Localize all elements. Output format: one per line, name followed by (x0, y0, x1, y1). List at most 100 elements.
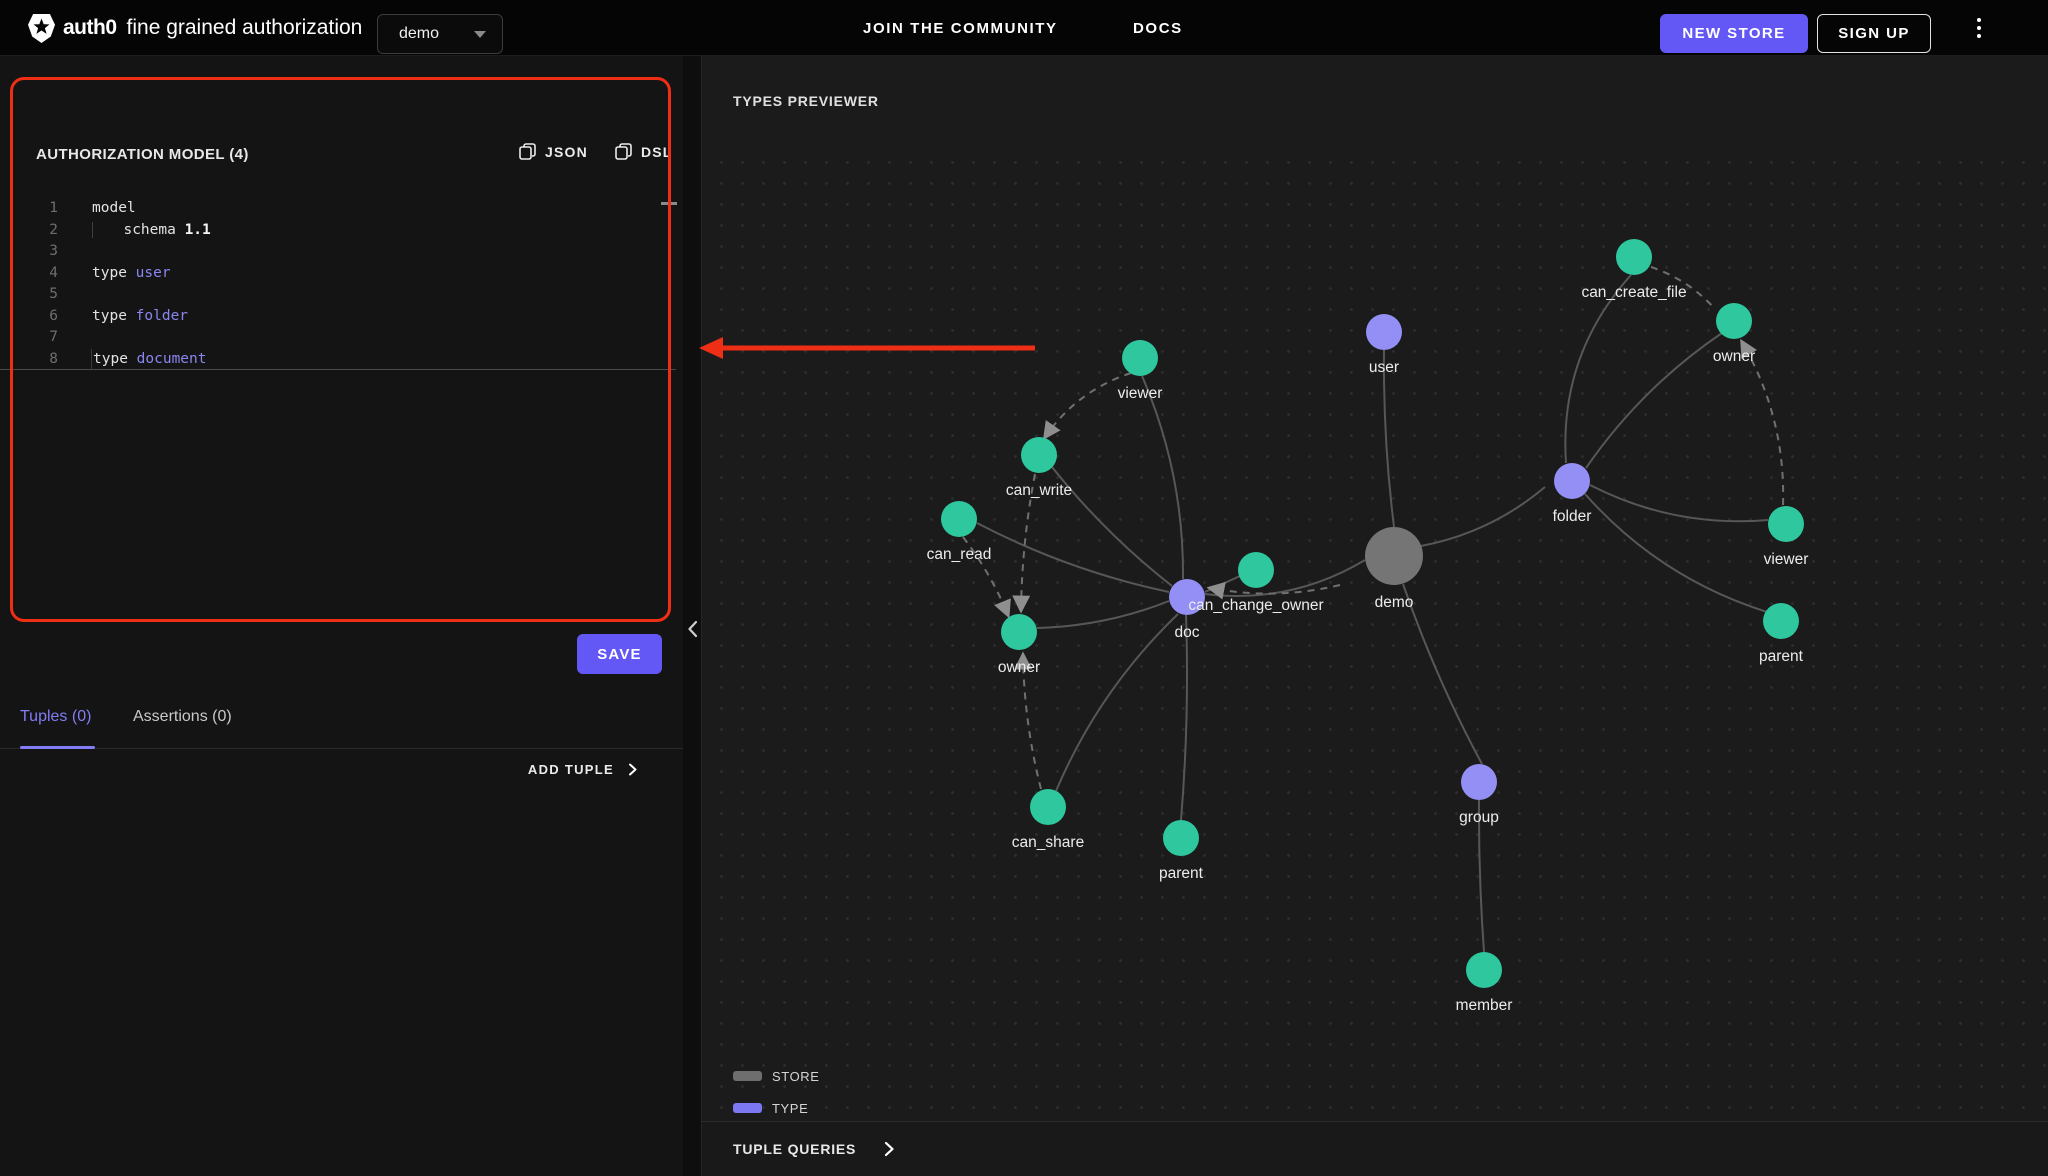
legend-item-store: STORE (733, 1060, 850, 1092)
tab-assertions[interactable]: Assertions (0) (133, 708, 232, 726)
code-line-7[interactable]: 7 (0, 327, 676, 349)
types-graph-canvas[interactable]: demouserfolderdocgroupviewercan_writecan… (702, 145, 2048, 1121)
graph-node-label-parent-folder: parent (1759, 648, 1803, 666)
top-navbar: auth0 fine grained authorization demo JO… (0, 0, 2048, 56)
new-store-button[interactable]: NEW STORE (1660, 14, 1808, 53)
chevron-down-icon (474, 31, 486, 38)
store-select-dropdown[interactable]: demo (377, 14, 503, 54)
code-line-5[interactable]: 5 (0, 284, 676, 306)
add-tuple-row: ADD TUPLE (0, 762, 683, 798)
brand-product: fine grained authorization (127, 16, 363, 40)
graph-node-label-can-change-owner: can_change_owner (1188, 597, 1323, 615)
store-select-value: demo (399, 25, 439, 43)
graph-edge (1056, 614, 1178, 791)
editor-scrollbar-thumb[interactable] (661, 202, 677, 205)
copy-buttons: JSON DSL (519, 143, 673, 160)
brand-name: auth0 (63, 16, 117, 40)
model-code-editor[interactable]: 1model2 schema 1.134type user56type fold… (0, 198, 676, 370)
graph-node-group[interactable] (1461, 764, 1497, 800)
graph-node-demo[interactable] (1365, 527, 1423, 585)
legend-label: STORE (772, 1069, 820, 1084)
line-number: 7 (0, 327, 58, 349)
graph-edge (1205, 560, 1365, 596)
chevron-left-icon (687, 620, 698, 638)
graph-edge (1045, 373, 1131, 437)
legend-swatch (733, 1103, 762, 1113)
line-number: 6 (0, 306, 58, 328)
line-number: 1 (0, 198, 58, 220)
graph-node-parent-folder[interactable] (1763, 603, 1799, 639)
graph-edge (1590, 485, 1768, 521)
graph-node-label-member: member (1456, 997, 1513, 1015)
types-previewer-panel: TYPES PREVIEWER demouserfolderdocgroupvi… (702, 56, 2048, 1176)
graph-node-folder[interactable] (1554, 463, 1590, 499)
chevron-right-icon[interactable] (882, 1141, 896, 1157)
code-line-8[interactable]: 8 type document (0, 349, 676, 371)
graph-node-label-viewer-doc: viewer (1118, 385, 1163, 403)
graph-node-label-group: group (1459, 809, 1499, 827)
code-line-2[interactable]: 2 schema 1.1 (0, 220, 676, 242)
graph-node-member[interactable] (1466, 952, 1502, 988)
code-text: type user (92, 263, 171, 285)
graph-node-viewer-folder[interactable] (1768, 506, 1804, 542)
graph-node-label-doc: doc (1175, 624, 1200, 642)
copy-icon (615, 143, 632, 160)
graph-node-label-can-read: can_read (927, 546, 992, 564)
tab-tuples[interactable]: Tuples (0) (20, 708, 91, 726)
line-number: 2 (0, 220, 58, 242)
collapse-panel-button[interactable] (683, 612, 702, 646)
graph-node-can-change-owner[interactable] (1238, 552, 1274, 588)
auth0-logo-icon (28, 14, 55, 43)
code-line-1[interactable]: 1model (0, 198, 676, 220)
code-text: type document (91, 349, 207, 370)
graph-edge (1403, 584, 1482, 764)
legend-item-type: TYPE (733, 1092, 850, 1121)
graph-node-label-can-share: can_share (1012, 834, 1084, 852)
graph-node-user[interactable] (1366, 314, 1402, 350)
nav-link-join-community[interactable]: JOIN THE COMMUNITY (863, 0, 1058, 56)
copy-json-button[interactable]: JSON (519, 143, 588, 160)
graph-node-can-share[interactable] (1030, 789, 1066, 825)
kebab-menu-icon[interactable] (1971, 13, 1987, 43)
chevron-right-icon (626, 763, 639, 776)
authorization-model-panel: AUTHORIZATION MODEL (4) JSON DSL 1model2… (0, 56, 683, 1176)
graph-legend: STORETYPERELATIONS (733, 1060, 850, 1121)
graph-node-can-write[interactable] (1021, 437, 1057, 473)
graph-node-can-create-file[interactable] (1616, 239, 1652, 275)
graph-edge (1585, 494, 1767, 612)
graph-node-can-read[interactable] (941, 501, 977, 537)
legend-swatch (733, 1071, 762, 1081)
graph-edge (1037, 601, 1169, 628)
line-number: 4 (0, 263, 58, 285)
graph-edge (1421, 487, 1545, 546)
code-line-4[interactable]: 4 type user (0, 263, 676, 285)
graph-edge (977, 523, 1169, 592)
graph-node-label-owner-folder: owner (1713, 348, 1755, 366)
graph-node-owner-folder[interactable] (1716, 303, 1752, 339)
graph-node-label-user: user (1369, 359, 1399, 377)
line-number: 3 (0, 241, 58, 263)
graph-node-parent-doc[interactable] (1163, 820, 1199, 856)
line-number: 8 (0, 349, 58, 370)
graph-edge (1742, 342, 1783, 505)
graph-node-label-owner-doc: owner (998, 659, 1040, 677)
save-button[interactable]: SAVE (577, 634, 662, 674)
graph-node-viewer-doc[interactable] (1122, 340, 1158, 376)
code-line-6[interactable]: 6type folder (0, 306, 676, 328)
code-text: schema 1.1 (92, 220, 211, 242)
add-tuple-button[interactable]: ADD TUPLE (528, 762, 639, 777)
copy-json-label: JSON (545, 144, 588, 160)
code-line-3[interactable]: 3 (0, 241, 676, 263)
active-tab-indicator (20, 746, 95, 749)
tuple-queries-bar: TUPLE QUERIES (702, 1121, 2048, 1176)
graph-node-label-can-create-file: can_create_file (1581, 284, 1686, 302)
types-previewer-title: TYPES PREVIEWER (733, 56, 879, 145)
graph-node-owner-doc[interactable] (1001, 614, 1037, 650)
sign-up-button[interactable]: SIGN UP (1817, 14, 1931, 53)
authorization-model-title: AUTHORIZATION MODEL (4) (36, 146, 249, 163)
tuples-tabs: Tuples (0) Assertions (0) (0, 686, 683, 749)
copy-dsl-button[interactable]: DSL (615, 143, 673, 160)
nav-link-docs[interactable]: DOCS (1133, 0, 1183, 56)
legend-label: TYPE (772, 1101, 808, 1116)
graph-node-label-folder: folder (1553, 508, 1592, 526)
